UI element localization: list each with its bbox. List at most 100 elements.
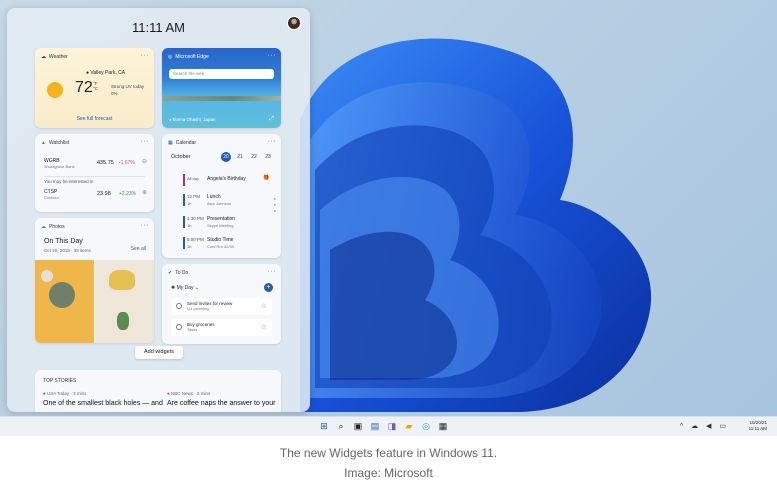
event-duration: 1h: [187, 223, 192, 228]
add-stock-icon[interactable]: ⊕: [142, 189, 147, 196]
taskbar-clock[interactable]: 10/20/21 11:11 AM: [749, 420, 767, 432]
edge-icon: ◎: [168, 54, 173, 60]
calendar-day[interactable]: 20: [221, 152, 231, 162]
event-time: All day: [187, 176, 200, 181]
event-subtitle: Alex Johnson: [207, 201, 232, 206]
calendar-icon: ▦: [168, 140, 173, 146]
calendar-event[interactable]: 1:30 PM 1h Presentation Skype Meeting: [171, 216, 271, 230]
edge-caption-label: Ikema Ohashi, Japan: [172, 117, 216, 122]
todo-title: To Do: [175, 270, 189, 276]
weather-units: °F °C: [93, 81, 98, 91]
expand-icon[interactable]: ⤢: [269, 116, 274, 123]
star-icon[interactable]: ☆: [261, 302, 267, 310]
stock-change: +2.23%: [119, 191, 137, 197]
stock-ticker[interactable]: WGRB Woodgrove Bank: [44, 158, 75, 169]
remove-stock-icon[interactable]: ⊖: [142, 158, 147, 165]
calendar-day[interactable]: 22: [249, 152, 259, 162]
avatar[interactable]: [287, 16, 301, 30]
event-duration: 1h: [187, 244, 192, 249]
stock-ticker[interactable]: CTSP Contoso: [44, 189, 59, 200]
system-tray-icons[interactable]: ^ ☁ ◀ ▭: [680, 422, 729, 430]
board-clock: 11:11 AM: [132, 20, 185, 35]
widgets-board: 11:11 AM ☁ Weather ··· ● Valley Park, CA …: [7, 8, 310, 412]
calendar-widget[interactable]: ▦ Calendar ··· October 20 21 22 23 All da…: [162, 134, 281, 258]
start-icon[interactable]: ⊞: [318, 420, 330, 432]
weather-forecast-link[interactable]: See full forecast: [35, 116, 154, 122]
store-icon[interactable]: ▦: [437, 420, 449, 432]
calendar-scroll-dots[interactable]: ● ● ●: [274, 196, 276, 214]
event-name: Studio Time: [207, 237, 234, 243]
chat-icon[interactable]: ◨: [386, 420, 398, 432]
stock-price: 23.98: [97, 191, 111, 197]
calendar-more-button[interactable]: ···: [268, 138, 277, 145]
photos-see-all-link[interactable]: See all: [131, 246, 146, 252]
photos-heading: On This Day: [44, 238, 83, 245]
task-subtitle: Q4 planning: [187, 306, 209, 311]
calendar-day[interactable]: 23: [263, 152, 273, 162]
unit-c[interactable]: °C: [93, 86, 98, 91]
photos-widget[interactable]: ☁ Photos ··· On This Day Oct 20, 2019 · 3…: [35, 218, 154, 343]
stock-price: 435.75: [97, 160, 114, 166]
sun-icon: [47, 82, 63, 98]
calendar-event[interactable]: All day Angela's Birthday 🎁: [171, 174, 271, 188]
photos-icon: ☁: [41, 224, 46, 230]
search-icon[interactable]: ⌕: [335, 420, 347, 432]
calendar-title: Calendar: [175, 140, 197, 146]
story-headline[interactable]: One of the smallest black holes — and: [43, 400, 163, 407]
event-color-bar: [183, 194, 185, 206]
todo-more-button[interactable]: ···: [268, 268, 277, 275]
todo-widget[interactable]: ✔ To Do ··· ✺ My Day ⌄ + Send invites for…: [162, 264, 281, 344]
photos-date: Oct 20, 2019 · 33 items: [44, 248, 91, 253]
taskbar: ⊞ ⌕ ▣ ▤ ◨ ▰ ◎ ▦ ^ ☁ ◀ ▭ 10/20/21 11:11 AM: [0, 416, 777, 436]
photos-more-button[interactable]: ···: [141, 222, 150, 229]
watchlist-title: Watchlist: [48, 140, 70, 146]
edge-search-input[interactable]: Search the web: [169, 69, 274, 79]
event-color-bar: [183, 174, 185, 186]
chevron-down-icon: ⌄: [193, 285, 200, 291]
calendar-day[interactable]: 21: [235, 152, 245, 162]
task-checkbox[interactable]: [176, 303, 182, 309]
taskview-icon[interactable]: ▣: [352, 420, 364, 432]
task-checkbox[interactable]: [176, 324, 182, 330]
add-widgets-button[interactable]: Add widgets: [135, 346, 183, 359]
edge-taskbar-icon[interactable]: ◎: [420, 420, 432, 432]
calendar-month: October: [171, 154, 191, 160]
taskbar-apps: ⊞ ⌕ ▣ ▤ ◨ ▰ ◎ ▦: [318, 420, 449, 432]
photo-thumbnail[interactable]: [95, 260, 154, 343]
weather-location-label: Valley Park, CA: [90, 70, 126, 76]
edge-widget[interactable]: ◎ Microsoft Edge ··· Search the web ● Ike…: [162, 48, 281, 128]
weather-more-button[interactable]: ···: [141, 52, 150, 59]
calendar-event[interactable]: 12 PM 1h Lunch Alex Johnson: [171, 194, 271, 208]
weather-widget[interactable]: ☁ Weather ··· ● Valley Park, CA 72 °F °C S…: [35, 48, 154, 128]
weather-icon: ☁: [41, 54, 46, 60]
watchlist-suggestion-label: You may be interested in: [44, 179, 94, 184]
file-explorer-icon[interactable]: ▰: [403, 420, 415, 432]
calendar-event[interactable]: 6:00 PM 1h Studio Time Conf Rm 32/35: [171, 237, 271, 251]
event-color-bar: [183, 216, 185, 228]
edge-image-caption: ● Ikema Ohashi, Japan: [169, 117, 216, 122]
add-task-button[interactable]: +: [264, 283, 273, 292]
todo-icon: ✔: [168, 270, 173, 276]
event-duration: 1h: [187, 201, 192, 206]
weather-temperature: 72: [75, 79, 93, 96]
divider: [44, 176, 145, 177]
todo-list-selector[interactable]: ✺ My Day ⌄: [171, 285, 199, 291]
weather-detail-precip: 0%: [111, 91, 118, 96]
story-headline[interactable]: Are coffee naps the answer to your: [167, 400, 275, 407]
calendar-day-strip: 20 21 22 23: [221, 152, 273, 162]
stock-name: Woodgrove Bank: [44, 164, 75, 169]
photo-thumbnail[interactable]: [35, 260, 94, 343]
event-name: Presentation: [207, 216, 236, 222]
todo-task[interactable]: Send invites for review Q4 planning ☆: [171, 298, 272, 315]
task-subtitle: Tasks: [187, 327, 198, 332]
todo-task[interactable]: Buy groceries Tasks ☆: [171, 319, 272, 336]
figure-credit: Image: Microsoft: [344, 466, 433, 480]
event-time: 12 PM: [187, 194, 201, 199]
stock-name: Contoso: [44, 195, 59, 200]
widgets-icon[interactable]: ▤: [369, 420, 381, 432]
watchlist-widget[interactable]: ▲ Watchlist ··· WGRB Woodgrove Bank 435.75…: [35, 134, 154, 212]
edge-more-button[interactable]: ···: [268, 52, 277, 59]
gift-icon: 🎁: [263, 175, 270, 181]
watchlist-more-button[interactable]: ···: [141, 138, 150, 145]
star-icon[interactable]: ☆: [261, 323, 267, 331]
